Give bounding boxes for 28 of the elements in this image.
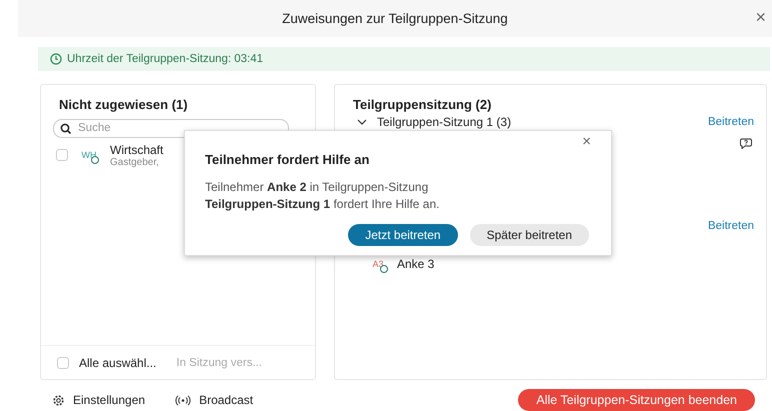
window-title: Zuweisungen zur Teilgruppen-Sitzung bbox=[282, 10, 508, 26]
broadcast-button[interactable]: Broadcast bbox=[175, 393, 254, 407]
search-icon bbox=[60, 122, 72, 135]
panel-title: Teilgruppensitzung (2) bbox=[353, 96, 492, 112]
session-name[interactable]: Teilgruppen-Sitzung 1 (3) bbox=[377, 114, 512, 129]
end-all-sessions-button[interactable]: Alle Teilgruppen-Sitzungen beenden bbox=[518, 389, 755, 411]
close-button[interactable]: × bbox=[582, 132, 591, 150]
select-all-label: Alle auswähl... bbox=[79, 356, 156, 370]
chevron-icon[interactable] bbox=[357, 118, 367, 126]
settings-icon bbox=[52, 394, 65, 406]
dialog-message: Teilnehmer Anke 2 in Teilgruppen-Sitzung Teilgruppen-Sitzung 1 fordert Ihre Hilfe an. bbox=[205, 178, 440, 213]
close-button[interactable]: × bbox=[751, 7, 770, 28]
select-all-checkbox[interactable] bbox=[57, 356, 69, 368]
checkbox[interactable] bbox=[56, 149, 68, 162]
broadcast-icon bbox=[175, 394, 192, 406]
join-link[interactable]: Beitreten bbox=[708, 220, 754, 232]
search-field[interactable]: Suche bbox=[53, 118, 289, 138]
panel-title: Nicht zugewiesen (1) bbox=[59, 96, 189, 112]
participant-role: Gastgeber, bbox=[110, 156, 160, 168]
settings-button[interactable]: Einstellungen bbox=[52, 393, 146, 407]
join-link[interactable]: Beitreten bbox=[708, 116, 754, 128]
participant-name: Wirtschaft bbox=[110, 142, 164, 157]
participant-name: Anke 3 bbox=[397, 256, 434, 271]
dialog-title: Teilnehmer fordert Hilfe an bbox=[205, 152, 370, 167]
join-later-button[interactable]: Später beitreten bbox=[470, 224, 589, 246]
join-now-button[interactable]: Jetzt beitreten bbox=[348, 224, 458, 246]
clock-icon bbox=[50, 52, 62, 65]
timer-text: Uhrzeit der Teilgruppen-Sitzung: 03:41 bbox=[67, 52, 264, 65]
